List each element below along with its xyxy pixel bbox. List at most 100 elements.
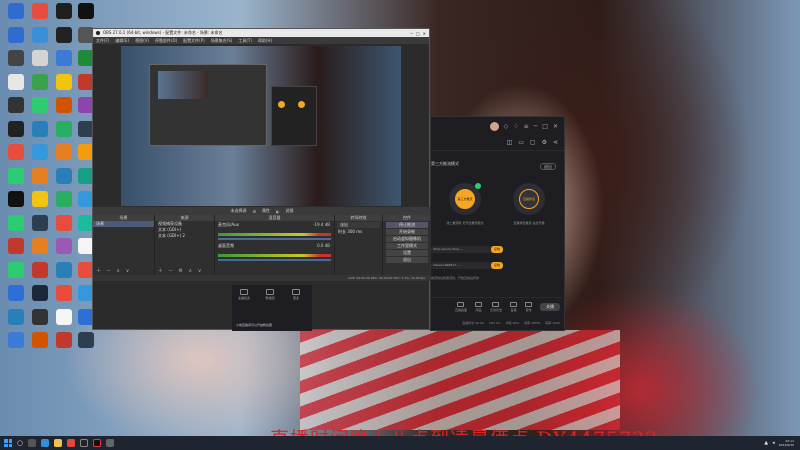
settings-icon[interactable] [106, 439, 115, 447]
fan-club-item[interactable]: 粉丝团 [260, 289, 280, 300]
desktop-shortcut[interactable] [4, 73, 28, 95]
more-item[interactable]: 更多 [286, 289, 306, 300]
close-icon[interactable]: ✕ [553, 123, 558, 130]
desktop-shortcut[interactable] [74, 332, 98, 353]
volume-icon[interactable]: ◂ [772, 440, 775, 446]
screen-icon[interactable]: ▢ [530, 139, 536, 146]
share-icon[interactable]: ⋖ [553, 139, 558, 146]
desktop-shortcut[interactable] [52, 191, 76, 212]
server-url-field[interactable]: rtmp://push-rtmp-... [431, 246, 497, 253]
minimize-icon[interactable]: ─ [410, 31, 412, 36]
desktop-shortcut[interactable] [28, 3, 52, 24]
desktop-shortcut[interactable] [4, 120, 28, 142]
tool-live-view[interactable]: 直播画面 [455, 301, 467, 312]
studio-mode-button[interactable]: 工作室模式 [386, 243, 428, 249]
folder-icon[interactable] [54, 439, 63, 447]
tool-goods[interactable]: 商品 [474, 301, 482, 312]
desktop-shortcut[interactable] [4, 191, 28, 212]
menu-file[interactable]: 文件(F) [96, 38, 109, 44]
desktop-shortcut[interactable] [52, 332, 76, 353]
tool-sound[interactable]: 音效 [525, 301, 532, 312]
gear-icon[interactable]: ⚙ [252, 209, 256, 214]
desktop-shortcut[interactable] [28, 191, 52, 212]
volume-slider[interactable] [218, 238, 331, 240]
menu-view[interactable]: 视图(V) [135, 38, 149, 44]
menu-scene-collection[interactable]: 场景集合(S) [211, 38, 233, 44]
desktop-shortcut[interactable] [28, 261, 52, 283]
stop-streaming-button[interactable]: 停止推流 [386, 222, 428, 228]
network-icon[interactable]: ▲ [764, 440, 768, 446]
tool-interaction[interactable]: 互动玩法 [490, 301, 502, 312]
menu-edit[interactable]: 编辑(E) [115, 38, 129, 44]
companion-mode-option[interactable]: 直播伴侣 [513, 183, 545, 215]
copy-key-button[interactable]: 复制 [491, 262, 503, 269]
settings-icon[interactable]: ⚙ [542, 139, 547, 146]
desktop-shortcut[interactable] [4, 332, 28, 353]
desktop-shortcut[interactable] [52, 144, 76, 165]
desktop-shortcut[interactable] [28, 97, 52, 118]
desktop-shortcut[interactable] [74, 3, 98, 24]
desktop-shortcut[interactable] [28, 332, 52, 353]
bell-icon[interactable]: ♢ [513, 123, 518, 130]
desktop-shortcut[interactable] [52, 261, 76, 283]
obs-icon[interactable] [80, 439, 89, 447]
desktop-shortcut[interactable] [4, 261, 28, 283]
avatar[interactable] [489, 121, 499, 131]
maximize-icon[interactable]: □ [416, 31, 420, 36]
desktop-shortcut[interactable] [4, 238, 28, 259]
desktop-shortcut[interactable] [52, 285, 76, 306]
live-companion-window[interactable]: ◇ ♢ ≡ ─ □ ✕ ◫ ▭ ▢ ⚙ ⋖ 第三方推流模式 退出 第三方推流 线… [430, 116, 566, 331]
exit-button[interactable]: 退出 [386, 257, 428, 263]
menu-help[interactable]: 帮助(H) [258, 38, 272, 44]
desktop-shortcut[interactable] [52, 167, 76, 189]
source-item[interactable]: 文本 (GDI+) 2 [155, 233, 214, 239]
clock[interactable]: 22:11 2022/6/30 [779, 439, 794, 447]
properties-button[interactable]: 属性 [262, 208, 270, 214]
desktop-shortcut[interactable] [4, 3, 28, 24]
exit-mode-button[interactable]: 退出 [540, 163, 556, 170]
transition-duration[interactable]: 时长 300 ms [335, 229, 382, 235]
close-icon[interactable]: ✕ [423, 31, 426, 36]
desktop-shortcut[interactable] [52, 97, 76, 118]
desktop-shortcut[interactable] [52, 214, 76, 236]
scene-controls[interactable]: ＋ − ∧ ∨ [96, 267, 131, 274]
menu-icon[interactable]: ≡ [524, 123, 529, 130]
maximize-icon[interactable]: □ [542, 123, 548, 130]
desktop-shortcut[interactable] [28, 144, 52, 165]
start-recording-button[interactable]: 开始录制 [386, 229, 428, 235]
copy-server-button[interactable]: 复制 [491, 246, 503, 253]
desktop-shortcut[interactable] [4, 214, 28, 236]
desktop-shortcut[interactable] [4, 285, 28, 306]
filter-icon[interactable]: ◐ [276, 209, 280, 214]
scene-item[interactable]: 场景 [93, 221, 154, 227]
desktop-shortcut[interactable] [52, 50, 76, 71]
desktop-shortcut[interactable] [28, 120, 52, 142]
desktop-shortcut[interactable] [52, 73, 76, 95]
desktop-shortcut[interactable] [28, 26, 52, 48]
chrome-icon[interactable] [67, 439, 76, 447]
anchor-task-item[interactable]: 主播任务 [234, 289, 254, 300]
desktop-shortcut[interactable] [52, 26, 76, 48]
search-icon[interactable]: ○ [17, 439, 23, 447]
desktop-shortcut[interactable] [52, 238, 76, 259]
desktop-shortcut[interactable] [4, 50, 28, 71]
desktop-shortcut[interactable] [28, 238, 52, 259]
windows-start-icon[interactable] [4, 439, 12, 447]
obs-titlebar[interactable]: OBS 27.0.1 (64-bit, windows) - 配置文件: 未命名… [93, 29, 429, 37]
desktop-shortcut[interactable] [28, 73, 52, 95]
bag-icon[interactable]: ◫ [507, 139, 513, 146]
end-live-button[interactable]: 关播 [540, 302, 560, 311]
obs-preview-canvas[interactable] [121, 46, 401, 206]
desktop-shortcut[interactable] [28, 214, 52, 236]
desktop-shortcut[interactable] [4, 97, 28, 118]
menu-tools[interactable]: 工具(T) [238, 38, 252, 44]
tool-live[interactable]: 直播 [510, 301, 517, 312]
desktop-shortcut[interactable] [28, 308, 52, 330]
edge-icon[interactable] [41, 439, 50, 447]
source-controls[interactable]: ＋ − ⚙ ∧ ∨ [158, 267, 203, 274]
volume-slider[interactable] [218, 259, 331, 261]
desktop-shortcut[interactable] [52, 3, 76, 24]
third-party-mode-option[interactable]: 第三方推流 [449, 183, 481, 215]
desktop-shortcut[interactable] [28, 50, 52, 71]
folder-icon[interactable]: ▭ [518, 139, 524, 146]
